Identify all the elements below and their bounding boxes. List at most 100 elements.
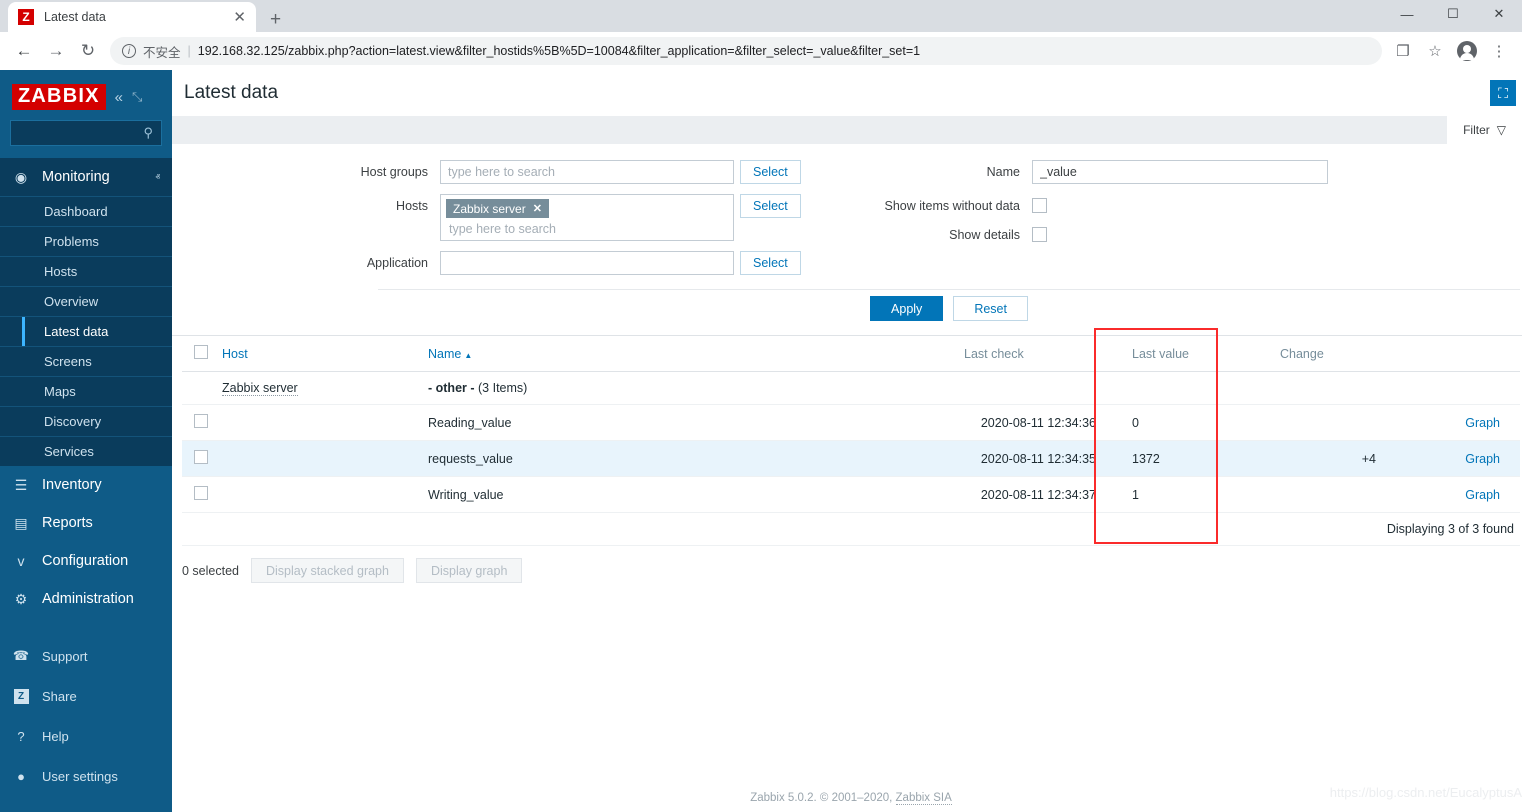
sidebar-item-latest-data[interactable]: Latest data: [0, 316, 172, 346]
new-tab-button[interactable]: +: [270, 10, 281, 29]
remove-host-chip-icon[interactable]: ✕: [533, 202, 542, 215]
url-separator: |: [188, 44, 191, 58]
page-header: Latest data ⛶: [172, 70, 1522, 116]
change-cell: +4: [1222, 441, 1382, 477]
sidebar-item-overview[interactable]: Overview: [0, 286, 172, 316]
select-all-header[interactable]: [182, 336, 216, 372]
sidebar-item-hosts[interactable]: Hosts: [0, 256, 172, 286]
hosts-placeholder[interactable]: type here to search: [446, 218, 728, 237]
tab-filter[interactable]: Filter ▽: [1447, 116, 1522, 144]
minimize-window-button[interactable]: —: [1384, 0, 1430, 28]
column-header-host[interactable]: Host: [216, 336, 422, 372]
host-groups-select-button[interactable]: Select: [740, 160, 801, 184]
application-input[interactable]: [440, 251, 734, 275]
host-groups-input[interactable]: [440, 160, 734, 184]
graph-link[interactable]: Graph: [1465, 416, 1500, 430]
search-icon[interactable]: ⚲: [143, 125, 153, 141]
sidebar-item-dashboard[interactable]: Dashboard: [0, 196, 172, 226]
name-label: Name: [868, 160, 1032, 179]
hosts-multiselect[interactable]: Zabbix server ✕ type here to search: [440, 194, 734, 241]
app-shell: ZABBIX « ⤡ ⚲ ◉ Monitoring ⱏ Dashboard Pr…: [0, 70, 1522, 812]
sidebar-item-share[interactable]: Z Share: [0, 676, 172, 716]
site-info-icon[interactable]: i: [122, 44, 136, 58]
sidebar-item-support[interactable]: ☎ Support: [0, 636, 172, 676]
table-header-row: Host Name ▲ Last check Last value Change: [182, 336, 1520, 372]
graph-link[interactable]: Graph: [1465, 452, 1500, 466]
sidebar-item-discovery[interactable]: Discovery: [0, 406, 172, 436]
show-details-checkbox[interactable]: [1032, 227, 1047, 242]
item-name-cell[interactable]: requests_value: [422, 441, 902, 477]
bookmark-star-icon[interactable]: ☆: [1420, 36, 1450, 66]
close-window-button[interactable]: ✕: [1476, 0, 1522, 28]
table-body: Zabbix server - other - (3 Items) Readin…: [182, 372, 1520, 546]
host-chip-label: Zabbix server: [453, 202, 526, 216]
column-header-name[interactable]: Name ▲: [422, 336, 902, 372]
sidebar-util-label: Share: [42, 689, 77, 704]
back-button[interactable]: ←: [8, 35, 40, 67]
footer-company-link[interactable]: Zabbix SIA: [896, 792, 952, 805]
filter-row-host-groups: Host groups Select: [182, 160, 830, 184]
sidebar-section-inventory[interactable]: ☰ Inventory ⱟ: [0, 466, 172, 504]
sidebar-item-maps[interactable]: Maps: [0, 376, 172, 406]
latest-data-table-wrap: Host Name▲ Last check Last value Change: [182, 336, 1520, 546]
table-row: requests_value 2020-08-11 12:34:35 1372 …: [182, 441, 1520, 477]
filter-actions: Apply Reset: [378, 289, 1520, 335]
sidebar-section-monitoring[interactable]: ◉ Monitoring ⱏ: [0, 158, 172, 196]
application-select-button[interactable]: Select: [740, 251, 801, 275]
close-tab-icon[interactable]: ✕: [233, 10, 246, 25]
collapse-sidebar-icon[interactable]: «: [115, 89, 123, 106]
select-all-checkbox[interactable]: [194, 345, 208, 359]
filter-panel: Host groups Select Hosts Zabbix server ✕…: [172, 144, 1522, 336]
sidebar-item-user-settings[interactable]: ● User settings: [0, 756, 172, 796]
sidebar-item-screens[interactable]: Screens: [0, 346, 172, 376]
sidebar-item-problems[interactable]: Problems: [0, 226, 172, 256]
monitoring-submenu: Dashboard Problems Hosts Overview Latest…: [0, 196, 172, 466]
display-stacked-graph-button[interactable]: Display stacked graph: [251, 558, 404, 583]
sidebar-section-label: Reports: [42, 515, 93, 531]
profile-avatar[interactable]: [1452, 36, 1482, 66]
host-chip[interactable]: Zabbix server ✕: [446, 199, 549, 218]
hosts-select-button[interactable]: Select: [740, 194, 801, 218]
reload-button[interactable]: ↻: [72, 35, 104, 67]
hide-sidebar-icon[interactable]: ⤡: [132, 89, 142, 105]
page-title: Latest data: [184, 82, 278, 104]
row-checkbox[interactable]: [194, 450, 208, 464]
funnel-icon: ▽: [1497, 123, 1506, 137]
sidebar-section-reports[interactable]: ▤ Reports ⱟ: [0, 504, 172, 542]
last-value-cell: 0: [1102, 405, 1222, 441]
person-icon: ●: [12, 767, 30, 785]
apply-button[interactable]: Apply: [870, 296, 943, 321]
row-checkbox[interactable]: [194, 486, 208, 500]
forward-button[interactable]: →: [40, 35, 72, 67]
host-link[interactable]: Zabbix server: [222, 381, 298, 396]
zabbix-share-icon: Z: [12, 687, 30, 705]
kiosk-mode-icon[interactable]: ⛶: [1490, 80, 1516, 106]
last-check-cell: 2020-08-11 12:34:36: [902, 405, 1102, 441]
search-input[interactable]: [19, 126, 143, 140]
sidebar-section-administration[interactable]: ⚙ Administration ⱟ: [0, 580, 172, 618]
item-name-cell[interactable]: Writing_value: [422, 477, 902, 513]
question-mark-icon: ?: [12, 727, 30, 745]
maximize-window-button[interactable]: ☐: [1430, 0, 1476, 28]
graph-link[interactable]: Graph: [1465, 488, 1500, 502]
address-bar[interactable]: i 不安全 | 192.168.32.125/zabbix.php?action…: [110, 37, 1382, 65]
reset-button[interactable]: Reset: [953, 296, 1028, 321]
sidebar-section-configuration[interactable]: ᴠ Configuration ⱟ: [0, 542, 172, 580]
sidebar-item-help[interactable]: ? Help: [0, 716, 172, 756]
translate-icon[interactable]: ❐: [1388, 36, 1418, 66]
row-checkbox[interactable]: [194, 414, 208, 428]
column-header-actions: [1382, 336, 1520, 372]
browser-menu-icon[interactable]: ⋮: [1484, 36, 1514, 66]
sort-ascending-icon: ▲: [464, 351, 472, 360]
zabbix-logo[interactable]: ZABBIX: [12, 84, 106, 110]
latest-data-table: Host Name▲ Last check Last value Change: [182, 336, 1520, 546]
browser-tab[interactable]: Z Latest data ✕: [8, 2, 256, 32]
display-graph-button[interactable]: Display graph: [416, 558, 522, 583]
group-host-cell: Zabbix server: [216, 372, 422, 405]
global-search[interactable]: ⚲: [10, 120, 162, 146]
show-details-label: Show details: [868, 223, 1032, 242]
sidebar-item-services[interactable]: Services: [0, 436, 172, 466]
item-name-cell[interactable]: Reading_value: [422, 405, 902, 441]
show-items-without-data-checkbox[interactable]: [1032, 198, 1047, 213]
name-input[interactable]: [1032, 160, 1328, 184]
